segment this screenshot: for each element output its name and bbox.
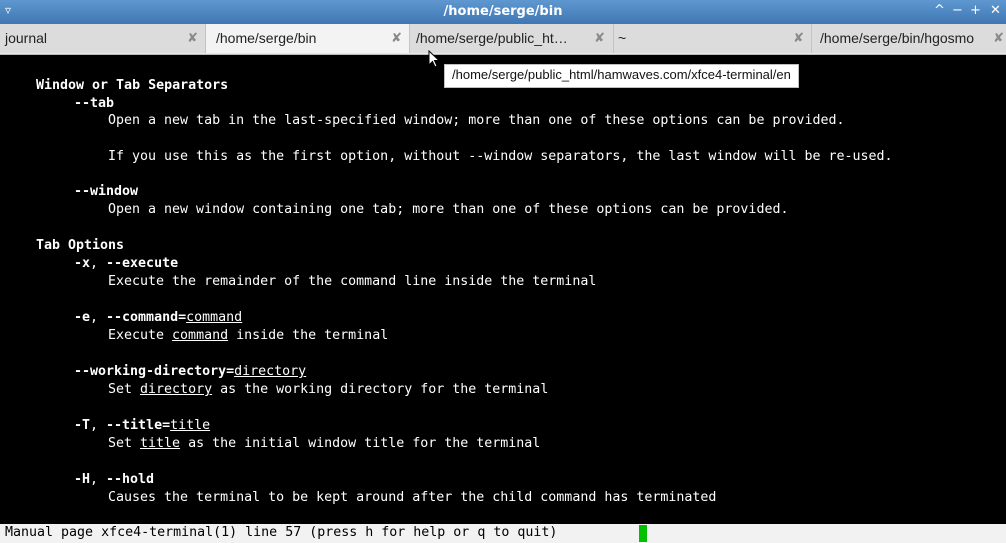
option-flag: --tab — [74, 96, 115, 111]
tab-journal[interactable]: journal ✘ — [0, 24, 206, 53]
terminal-view[interactable]: Window or Tab Separators --tab Open a ne… — [0, 55, 1006, 524]
tab-close-icon[interactable]: ✘ — [793, 30, 804, 46]
window-titlebar[interactable]: ▿ /home/serge/bin ^ − + ✕ — [0, 0, 1006, 24]
option-description: Execute command inside the terminal — [108, 328, 389, 343]
section-heading: Tab Options — [36, 238, 125, 253]
option-flag-line: -x, --execute — [74, 256, 179, 271]
tab-close-icon[interactable]: ✘ — [594, 30, 605, 46]
tab-label: /home/serge/bin/hgosmo — [820, 30, 975, 46]
mouse-pointer-icon — [428, 50, 441, 68]
option-flag-line: --working-directory=directory — [74, 364, 307, 379]
window-title: /home/serge/bin — [443, 4, 563, 19]
status-text: Manual page xfce4-terminal(1) line 57 (p… — [5, 525, 558, 540]
tab-public-html[interactable]: /home/serge/public_ht… ✘ — [410, 24, 614, 53]
tab-close-icon[interactable]: ✘ — [391, 30, 402, 46]
close-icon[interactable]: ✕ — [990, 3, 1001, 18]
minimize-icon[interactable]: − — [952, 3, 963, 18]
tab-close-icon[interactable]: ✘ — [187, 30, 198, 46]
tab-hgosmo[interactable]: /home/serge/bin/hgosmo ✘ — [812, 24, 1006, 53]
option-description: Set directory as the working directory f… — [108, 382, 549, 397]
option-description: Open a new window containing one tab; mo… — [108, 202, 789, 217]
maximize-icon[interactable]: + — [970, 3, 981, 18]
tab-label: ~ — [618, 30, 627, 46]
shade-icon[interactable]: ^ — [934, 3, 945, 18]
section-heading: Window or Tab Separators — [36, 78, 229, 93]
option-description: If you use this as the first option, wit… — [108, 149, 893, 164]
tab-label: /home/serge/bin — [216, 30, 317, 46]
option-flag-line: -e, --command=command — [74, 310, 243, 325]
tab-home-serge-bin[interactable]: /home/serge/bin ✘ — [206, 24, 410, 53]
option-flag: --window — [74, 184, 139, 199]
option-flag-line: -H, --hold — [74, 472, 155, 487]
option-description: Open a new tab in the last-specified win… — [108, 113, 845, 128]
tab-close-icon[interactable]: ✘ — [993, 30, 1004, 46]
tab-home[interactable]: ~ ✘ — [614, 24, 812, 53]
text-cursor — [639, 525, 647, 542]
pager-status-line: Manual page xfce4-terminal(1) line 57 (p… — [0, 524, 1006, 543]
tab-tooltip: /home/serge/public_html/hamwaves.com/xfc… — [444, 64, 799, 88]
option-description: Execute the remainder of the command lin… — [108, 274, 597, 289]
tab-label: journal — [5, 30, 48, 46]
option-flag-line: -T, --title=title — [74, 418, 211, 433]
tab-bar: journal ✘ /home/serge/bin ✘ /home/serge/… — [0, 24, 1006, 55]
option-description: Causes the terminal to be kept around af… — [108, 490, 717, 505]
option-description: Set title as the initial window title fo… — [108, 436, 541, 451]
tab-label: /home/serge/public_ht… — [416, 30, 568, 46]
